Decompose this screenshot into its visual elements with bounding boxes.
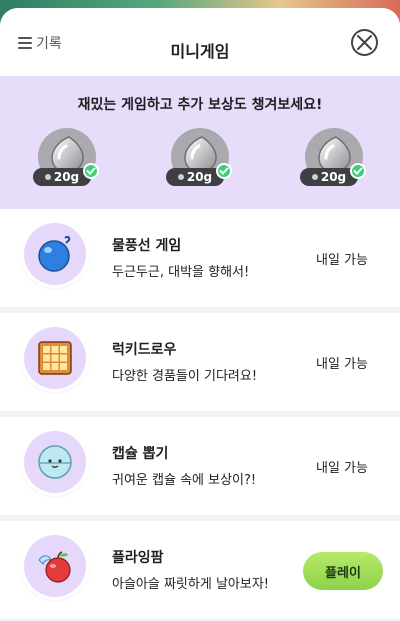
availability-status: 내일 가능	[316, 357, 368, 372]
sheet-header: 기록 미니게임	[0, 8, 400, 76]
reward-slot-2: 20g	[166, 128, 232, 186]
water-balloon-icon	[24, 223, 86, 285]
game-name: 물풍선 게임	[112, 238, 182, 254]
game-description: 두근두근, 대박을 향해서!	[112, 265, 250, 280]
flying-apple-icon	[24, 535, 86, 597]
game-name: 플라잉팜	[112, 550, 164, 566]
game-name: 럭키드로우	[112, 342, 177, 358]
banner-message: 재밌는 게임하고 추가 보상도 챙겨보세요!	[77, 97, 323, 113]
minigame-sheet: 기록 미니게임 재밌는 게임하고 추가 보상도 챙겨보세요! 20g 20g 2…	[0, 8, 400, 621]
reward-amount: 20g	[53, 170, 80, 184]
drop-mini-icon	[311, 174, 318, 180]
page-title: 미니게임	[170, 42, 230, 61]
close-icon	[357, 35, 372, 50]
check-icon	[350, 163, 366, 179]
check-icon	[216, 163, 232, 179]
game-name: 캡슐 뽑기	[112, 446, 169, 462]
game-description: 아슬아슬 짜릿하게 날아보자!	[112, 577, 269, 592]
game-description: 귀여운 캡슐 속에 보상이?!	[112, 473, 257, 488]
reward-slot-3: 20g	[300, 128, 366, 186]
game-card-lucky-draw[interactable]: 럭키드로우 다양한 경품들이 기다려요! 내일 가능	[0, 313, 400, 411]
reward-slot-1: 20g	[33, 128, 99, 186]
play-button[interactable]: 플레이	[303, 552, 383, 590]
capsule-icon	[24, 431, 86, 493]
availability-status: 내일 가능	[316, 253, 368, 268]
reward-amount: 20g	[186, 170, 213, 184]
check-icon	[83, 163, 99, 179]
reward-banner: 재밌는 게임하고 추가 보상도 챙겨보세요! 20g 20g 20g	[0, 76, 400, 209]
drop-mini-icon	[177, 174, 184, 180]
game-card-water-balloon[interactable]: 물풍선 게임 두근두근, 대박을 향해서! 내일 가능	[0, 209, 400, 307]
game-card-capsule[interactable]: 캡슐 뽑기 귀여운 캡슐 속에 보상이?! 내일 가능	[0, 417, 400, 515]
drop-mini-icon	[44, 174, 51, 180]
close-button[interactable]	[351, 29, 378, 56]
game-card-flying-farm[interactable]: 플라잉팜 아슬아슬 짜릿하게 날아보자! 플레이	[0, 521, 400, 619]
reward-amount: 20g	[320, 170, 347, 184]
game-description: 다양한 경품들이 기다려요!	[112, 369, 258, 384]
lucky-draw-grid-icon	[24, 327, 86, 389]
availability-status: 내일 가능	[316, 461, 368, 476]
